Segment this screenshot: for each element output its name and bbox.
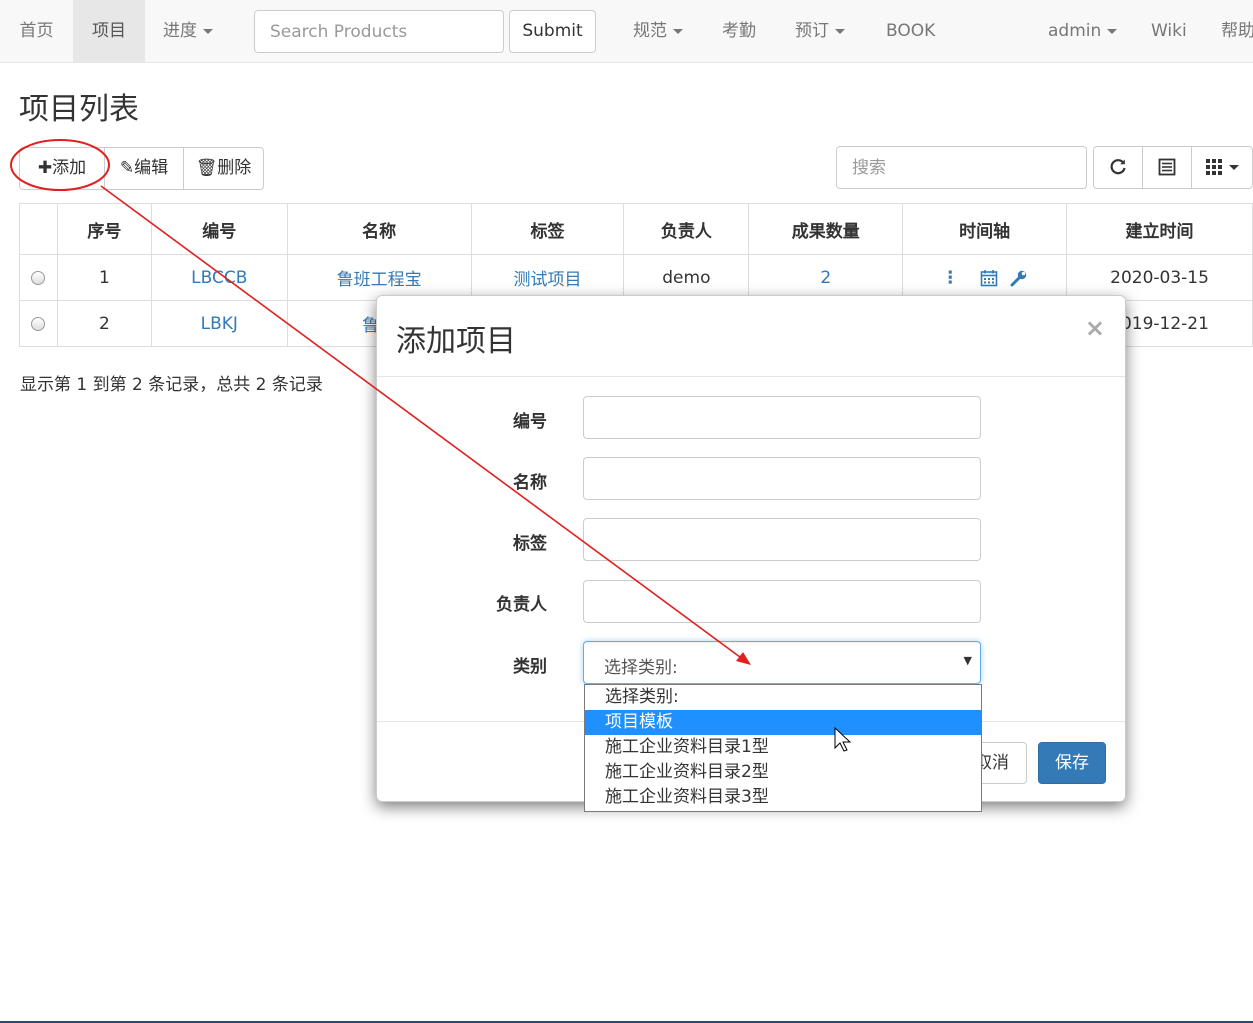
category-option[interactable]: 施工企业资料目录1型 bbox=[585, 735, 981, 760]
project-code-link[interactable]: LBKJ bbox=[201, 314, 238, 334]
page-title: 项目列表 bbox=[19, 92, 139, 127]
caret-down-icon bbox=[835, 28, 845, 34]
table-search-input[interactable] bbox=[836, 146, 1087, 189]
save-button[interactable]: 保存 bbox=[1038, 742, 1106, 784]
nav-home[interactable]: 首页 bbox=[0, 0, 73, 62]
nav-progress-label: 进度 bbox=[163, 21, 197, 41]
trash-icon: 🗑 bbox=[195, 158, 218, 178]
nav-user-label: admin bbox=[1048, 21, 1102, 41]
row-select-radio[interactable] bbox=[31, 270, 46, 285]
wrench-icon[interactable] bbox=[1010, 269, 1028, 287]
nav-progress-dropdown[interactable]: 进度 bbox=[163, 0, 213, 62]
owner-input[interactable] bbox=[583, 580, 981, 623]
column-header[interactable]: 成果数量 bbox=[748, 203, 904, 255]
nav-projects[interactable]: 项目 bbox=[73, 0, 145, 62]
product-search-input[interactable] bbox=[254, 10, 504, 53]
row-select-radio[interactable] bbox=[31, 316, 46, 331]
modal-title: 添加项目 bbox=[396, 324, 516, 359]
refresh-icon bbox=[1110, 159, 1126, 175]
category-option[interactable]: 选择类别: bbox=[585, 685, 981, 710]
column-header[interactable]: 负责人 bbox=[623, 203, 750, 255]
columns-dropdown-button[interactable] bbox=[1191, 146, 1253, 189]
submit-button[interactable]: Submit bbox=[509, 10, 596, 53]
add-button-label: 添加 bbox=[52, 158, 87, 178]
project-created-date: 2020-03-15 bbox=[1066, 254, 1253, 301]
nav-attendance[interactable]: 考勤 bbox=[722, 0, 756, 62]
category-option[interactable]: 施工企业资料目录3型 bbox=[585, 785, 981, 810]
column-header[interactable]: 标签 bbox=[470, 203, 625, 255]
category-label: 类别 bbox=[513, 657, 547, 677]
caret-down-icon bbox=[1107, 28, 1118, 34]
column-header[interactable]: 序号 bbox=[56, 203, 152, 255]
more-vertical-icon[interactable]: ⋮ bbox=[942, 268, 959, 288]
dropdown-arrow-icon: ▼ bbox=[963, 654, 972, 667]
column-header[interactable]: 编号 bbox=[150, 203, 288, 255]
calendar-icon[interactable] bbox=[980, 269, 998, 287]
nav-user-dropdown[interactable]: admin bbox=[1048, 0, 1118, 62]
code-label: 编号 bbox=[513, 412, 547, 432]
category-dropdown-list: 选择类别: 项目模板 施工企业资料目录1型 施工企业资料目录2型 施工企业资料目… bbox=[584, 684, 982, 812]
list-icon bbox=[1158, 158, 1176, 176]
refresh-button[interactable] bbox=[1093, 146, 1143, 189]
column-header[interactable]: 时间轴 bbox=[902, 203, 1068, 255]
name-input[interactable] bbox=[583, 457, 981, 500]
edit-button[interactable]: ✎编辑 bbox=[104, 147, 184, 190]
column-header[interactable]: 建立时间 bbox=[1066, 203, 1253, 255]
nav-book[interactable]: BOOK bbox=[886, 0, 935, 62]
nav-booking-label: 预订 bbox=[795, 21, 829, 41]
nav-help[interactable]: 帮助 bbox=[1221, 0, 1253, 62]
caret-down-icon bbox=[203, 28, 213, 34]
row-seq: 1 bbox=[56, 254, 152, 301]
nav-wiki[interactable]: Wiki bbox=[1151, 0, 1187, 62]
edit-button-label: 编辑 bbox=[134, 158, 169, 178]
edit-icon: ✎ bbox=[119, 158, 135, 178]
owner-label: 负责人 bbox=[496, 595, 547, 615]
result-count-link[interactable]: 2 bbox=[820, 268, 831, 288]
caret-down-icon bbox=[673, 28, 683, 34]
project-owner: demo bbox=[623, 254, 750, 301]
code-input[interactable] bbox=[583, 396, 981, 439]
delete-button[interactable]: 🗑删除 bbox=[183, 147, 264, 190]
project-code-link[interactable]: LBCCB bbox=[191, 268, 247, 288]
column-header[interactable]: 名称 bbox=[286, 203, 472, 255]
modal-header: 添加项目 × bbox=[377, 296, 1125, 377]
nav-booking-dropdown[interactable]: 预订 bbox=[795, 0, 845, 62]
pagination-info: 显示第 1 到第 2 条记录，总共 2 条记录 bbox=[20, 375, 323, 395]
nav-standards-dropdown[interactable]: 规范 bbox=[633, 0, 683, 62]
project-tag-link[interactable]: 测试项目 bbox=[514, 270, 582, 290]
project-name-link[interactable]: 鲁班工程宝 bbox=[337, 270, 422, 290]
table-header-row: 序号 编号 名称 标签 负责人 成果数量 时间轴 建立时间 bbox=[19, 203, 1253, 255]
close-icon[interactable]: × bbox=[1085, 314, 1105, 342]
category-option[interactable]: 施工企业资料目录2型 bbox=[585, 760, 981, 785]
delete-button-label: 删除 bbox=[217, 158, 252, 178]
tag-label: 标签 bbox=[513, 534, 547, 554]
table-row[interactable]: 1 LBCCB 鲁班工程宝 测试项目 demo 2 ⋮ 2020-03-15 bbox=[19, 254, 1253, 301]
category-select-value: 选择类别: bbox=[604, 658, 678, 678]
caret-down-icon bbox=[1229, 164, 1239, 170]
nav-standards-label: 规范 bbox=[633, 21, 667, 41]
add-button[interactable]: ✚添加 bbox=[19, 147, 105, 190]
select-column-header bbox=[19, 203, 58, 255]
plus-icon: ✚ bbox=[37, 158, 53, 178]
row-seq: 2 bbox=[56, 300, 152, 347]
tag-input[interactable] bbox=[583, 518, 981, 561]
toggle-view-button[interactable] bbox=[1142, 146, 1192, 189]
category-option-highlighted[interactable]: 项目模板 bbox=[585, 710, 981, 735]
grid-icon bbox=[1206, 159, 1222, 175]
navbar: 首页 项目 进度 Submit 规范 考勤 预订 BOOK admin Wiki… bbox=[0, 0, 1253, 63]
name-label: 名称 bbox=[513, 473, 547, 493]
category-select[interactable]: 选择类别: ▼ bbox=[583, 641, 981, 684]
